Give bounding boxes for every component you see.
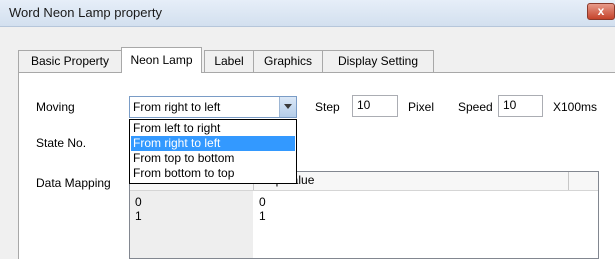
dropdown-option-left-to-right[interactable]: From left to right bbox=[131, 121, 295, 136]
moving-label: Moving bbox=[36, 100, 75, 114]
dropdown-option-right-to-left[interactable]: From right to left bbox=[131, 136, 295, 151]
tab-label: Graphics bbox=[263, 54, 313, 68]
tab-display-setting[interactable]: Display Setting bbox=[322, 50, 434, 72]
tab-label: Neon Lamp bbox=[130, 53, 193, 67]
chevron-down-icon bbox=[284, 104, 292, 109]
dropdown-button[interactable] bbox=[279, 97, 296, 117]
step-input[interactable]: 10 bbox=[352, 95, 398, 117]
moving-selected-value: From right to left bbox=[133, 100, 221, 114]
tab-label: Display Setting bbox=[337, 54, 419, 68]
tab-label-settings[interactable]: Label bbox=[204, 50, 254, 72]
speed-input[interactable]: 10 bbox=[498, 95, 543, 117]
data-mapping-grid[interactable]: State number Map value 0 0 1 1 bbox=[129, 171, 599, 259]
tab-label: Label bbox=[214, 54, 244, 68]
tab-neon-lamp[interactable]: Neon Lamp bbox=[121, 47, 202, 73]
tab-graphics[interactable]: Graphics bbox=[253, 50, 323, 72]
dropdown-option-top-to-bottom[interactable]: From top to bottom bbox=[131, 151, 295, 166]
table-cell-state[interactable]: 0 bbox=[135, 195, 142, 209]
tab-basic-property[interactable]: Basic Property bbox=[18, 50, 122, 72]
state-no-label: State No. bbox=[36, 136, 87, 150]
table-cell-state[interactable]: 1 bbox=[135, 209, 142, 223]
close-button[interactable]: x bbox=[587, 3, 615, 20]
data-mapping-label: Data Mapping bbox=[36, 176, 111, 190]
column-header-map-value[interactable]: Map value bbox=[254, 172, 569, 190]
moving-dropdown-list: From left to right From right to left Fr… bbox=[129, 119, 297, 184]
tab-label: Basic Property bbox=[30, 54, 110, 68]
step-label: Step bbox=[315, 100, 340, 114]
close-icon: x bbox=[597, 4, 605, 18]
title-bar[interactable]: Word Neon Lamp property x bbox=[0, 0, 615, 27]
table-cell-value[interactable]: 1 bbox=[259, 209, 266, 223]
step-unit: Pixel bbox=[408, 100, 435, 114]
property-dialog: Word Neon Lamp property x Basic Property… bbox=[0, 0, 615, 259]
speed-unit: X100ms bbox=[553, 100, 598, 114]
window-title: Word Neon Lamp property bbox=[9, 5, 162, 20]
speed-label: Speed bbox=[458, 100, 493, 114]
table-cell-value[interactable]: 0 bbox=[259, 195, 266, 209]
state-column-bg bbox=[130, 191, 253, 258]
dropdown-option-bottom-to-top[interactable]: From bottom to top bbox=[131, 166, 295, 181]
moving-select[interactable]: From right to left bbox=[129, 96, 297, 118]
